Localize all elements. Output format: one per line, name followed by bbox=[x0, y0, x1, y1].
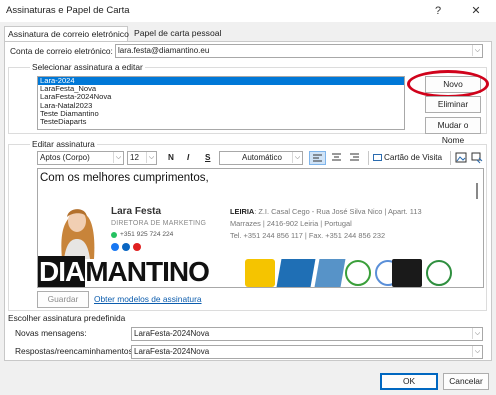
font-size-value: 12 bbox=[130, 153, 139, 162]
new-messages-label: Novas mensagens: bbox=[15, 328, 87, 338]
chevron-down-icon: ⌵ bbox=[292, 152, 302, 163]
signature-phone: +351 925 724 224 bbox=[120, 231, 174, 238]
greeting-text: Com os melhores cumprimentos, bbox=[40, 172, 209, 184]
brand-logo-dark: DIA bbox=[38, 256, 85, 287]
business-card-icon bbox=[373, 154, 382, 161]
chevron-down-icon: ⌵ bbox=[472, 328, 482, 339]
underline-button[interactable]: S bbox=[205, 151, 210, 165]
brand-logo: DIAMANTINO bbox=[38, 256, 238, 287]
align-center-button[interactable] bbox=[329, 151, 345, 165]
link-icon bbox=[471, 152, 483, 164]
highlight-ring bbox=[407, 70, 489, 98]
get-templates-link[interactable]: Obter modelos de assinatura bbox=[94, 294, 202, 304]
chevron-down-icon: ⌵ bbox=[146, 152, 156, 163]
delete-button[interactable]: Eliminar bbox=[425, 96, 481, 113]
youtube-icon[interactable] bbox=[133, 243, 141, 251]
chevron-down-icon: ⌵ bbox=[472, 346, 482, 357]
save-button[interactable]: Guardar bbox=[37, 291, 89, 308]
signature-address-line: LEIRIA: Z.I. Casal Cego - Rua José Silva… bbox=[230, 207, 422, 216]
signature-tel: Tel. +351 244 856 117 | Fax. +351 244 85… bbox=[230, 231, 386, 240]
badge-top5 bbox=[345, 260, 371, 286]
badge-blue-stripes bbox=[314, 259, 346, 287]
align-left-icon bbox=[313, 154, 322, 162]
window-title: Assinaturas e Papel de Carta bbox=[6, 5, 130, 16]
signature-editor[interactable]: Com os melhores cumprimentos, Lara Festa… bbox=[37, 168, 484, 288]
list-item[interactable]: Teste Diamantino bbox=[38, 109, 404, 118]
bold-button[interactable]: N bbox=[168, 151, 174, 165]
signature-address: : Z.I. Casal Cego - Rua José Silva Nico … bbox=[254, 207, 422, 216]
account-label: Conta de correio eletrónico: bbox=[10, 46, 113, 56]
badge-gptw bbox=[426, 260, 452, 286]
rename-button[interactable]: Mudar o Nome bbox=[425, 117, 481, 145]
chevron-down-icon: ⌵ bbox=[472, 45, 482, 56]
font-color-value: Automático bbox=[241, 153, 283, 162]
signature-address2: Marrazes | 2416-902 Leiria | Portugal bbox=[230, 219, 352, 228]
list-item[interactable]: TesteDiaparts bbox=[38, 117, 404, 126]
cancel-button[interactable]: Cancelar bbox=[443, 373, 489, 390]
help-button[interactable]: ? bbox=[424, 2, 452, 20]
signature-city: LEIRIA bbox=[230, 207, 255, 216]
tab-email-signature[interactable]: Assinatura de correio eletrónico bbox=[4, 26, 129, 42]
profile-photo bbox=[54, 197, 100, 259]
close-button[interactable]: ✕ bbox=[462, 2, 490, 20]
align-right-button[interactable] bbox=[347, 151, 363, 165]
account-value: lara.festa@diamantino.eu bbox=[118, 46, 210, 55]
account-select[interactable]: lara.festa@diamantino.eu ⌵ bbox=[115, 44, 483, 58]
whatsapp-icon bbox=[111, 232, 117, 238]
chevron-down-icon: ⌵ bbox=[113, 152, 123, 163]
toolbar-divider bbox=[368, 151, 369, 165]
toolbar-divider bbox=[450, 151, 451, 165]
badge-pme-excelencia bbox=[245, 259, 275, 287]
list-item[interactable]: LaraFesta-2024Nova bbox=[38, 93, 404, 101]
replies-value: LaraFesta-2024Nova bbox=[134, 347, 210, 356]
default-signature-label: Escolher assinatura predefinida bbox=[8, 313, 126, 323]
font-color-select[interactable]: Automático ⌵ bbox=[219, 151, 303, 165]
font-value: Aptos (Corpo) bbox=[40, 153, 90, 162]
font-select[interactable]: Aptos (Corpo) ⌵ bbox=[37, 151, 124, 165]
signature-role: DIRETORA DE MARKETING bbox=[111, 220, 207, 227]
signature-name: Lara Festa bbox=[111, 206, 162, 217]
insert-picture-button[interactable] bbox=[455, 152, 467, 164]
select-signature-label: Selecionar assinatura a editar bbox=[30, 62, 145, 72]
business-card-label: Cartão de Visita bbox=[384, 153, 443, 162]
align-right-icon bbox=[350, 153, 359, 161]
new-messages-value: LaraFesta-2024Nova bbox=[134, 329, 210, 338]
align-center-icon bbox=[332, 153, 341, 161]
signature-list[interactable]: Lara-2024 LaraFesta_Nova LaraFesta-2024N… bbox=[37, 76, 405, 130]
badge-inovacao bbox=[276, 259, 316, 287]
picture-icon bbox=[455, 152, 467, 163]
tab-stationery[interactable]: Papel de carta pessoal bbox=[131, 26, 221, 41]
italic-button[interactable]: I bbox=[187, 151, 189, 165]
linkedin-icon[interactable] bbox=[122, 243, 130, 251]
badge-top100 bbox=[392, 259, 422, 287]
align-left-button[interactable] bbox=[309, 151, 326, 165]
replies-select[interactable]: LaraFesta-2024Nova ⌵ bbox=[131, 345, 483, 359]
ok-button[interactable]: OK bbox=[380, 373, 438, 390]
new-messages-select[interactable]: LaraFesta-2024Nova ⌵ bbox=[131, 327, 483, 341]
replies-label: Respostas/reencaminhamentos: bbox=[15, 346, 136, 356]
facebook-icon[interactable] bbox=[111, 243, 119, 251]
brand-logo-rest: MANTINO bbox=[85, 256, 210, 287]
editor-scrollbar[interactable] bbox=[476, 183, 478, 199]
insert-link-button[interactable] bbox=[471, 152, 483, 164]
edit-signature-label: Editar assinatura bbox=[30, 139, 97, 149]
business-card-button[interactable]: Cartão de Visita bbox=[373, 151, 445, 165]
font-size-select[interactable]: 12 ⌵ bbox=[127, 151, 157, 165]
